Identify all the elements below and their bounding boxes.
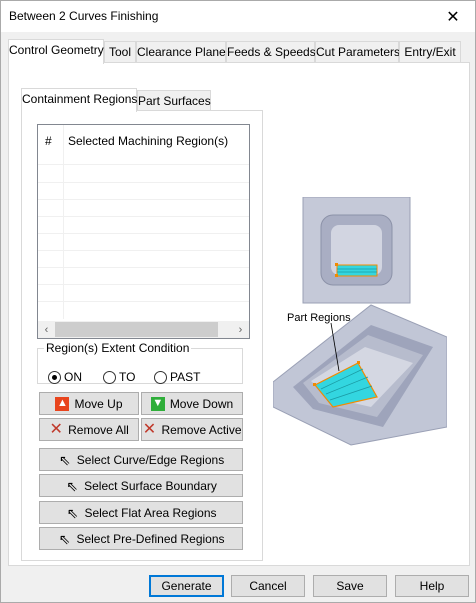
remove-active-button[interactable]: ✕ Remove Active <box>141 418 243 441</box>
cursor-arrow-icon: ⇖ <box>66 477 78 494</box>
triangle-up-icon: ▲ <box>55 396 70 411</box>
radio-past-indicator[interactable] <box>154 370 167 384</box>
move-down-button[interactable]: ▼ Move Down <box>141 392 243 415</box>
select-predefined-button[interactable]: ⇖ Select Pre-Defined Regions <box>39 527 243 550</box>
grid-line <box>38 182 249 183</box>
select-curve-edge-button[interactable]: ⇖ Select Curve/Edge Regions <box>39 448 243 471</box>
select-predefined-label: Select Pre-Defined Regions <box>76 531 225 546</box>
remove-all-label: Remove All <box>68 422 129 437</box>
select-curve-edge-label: Select Curve/Edge Regions <box>76 452 225 467</box>
radio-to[interactable]: TO <box>103 370 135 384</box>
tab-panel: Containment Regions Part Surfaces # Sele… <box>8 62 470 566</box>
move-up-label: Move Up <box>74 396 123 411</box>
tab-entry-exit[interactable]: Entry/Exit <box>399 41 461 62</box>
remove-active-label: Remove Active <box>161 422 242 437</box>
radio-to-label: TO <box>119 370 136 384</box>
list-header: # Selected Machining Region(s) <box>38 125 249 165</box>
help-button[interactable]: Help <box>395 575 469 597</box>
grid-line <box>38 216 249 217</box>
grid-line <box>38 301 249 302</box>
cursor-arrow-icon: ⇖ <box>58 530 71 547</box>
radio-to-indicator[interactable] <box>103 370 116 384</box>
tab-cut-parameters[interactable]: Cut Parameters <box>315 41 400 62</box>
extent-condition-group: Region(s) Extent Condition ON TO PAST <box>37 341 243 384</box>
title-bar: Between 2 Curves Finishing ✕ <box>1 1 475 32</box>
scroll-thumb[interactable] <box>55 322 218 337</box>
grid-line <box>38 199 249 200</box>
x-icon: ✕ <box>142 420 157 438</box>
cursor-arrow-icon: ⇖ <box>58 451 71 468</box>
top-view-image <box>302 197 411 304</box>
tab-containment-regions[interactable]: Containment Regions <box>21 88 137 112</box>
part-regions-preview: Part Regions <box>273 197 447 446</box>
containment-panel: # Selected Machining Region(s) ‹ › Regio… <box>21 110 263 561</box>
window-title: Between 2 Curves Finishing <box>9 9 159 23</box>
extent-condition-legend: Region(s) Extent Condition <box>46 341 190 355</box>
scroll-left-icon[interactable]: ‹ <box>38 321 55 338</box>
horizontal-scrollbar[interactable]: ‹ › <box>38 321 249 338</box>
dialog-window: Between 2 Curves Finishing ✕ Control Geo… <box>0 0 476 603</box>
tab-control-geometry[interactable]: Control Geometry <box>8 39 104 64</box>
grid-line <box>38 250 249 251</box>
generate-button[interactable]: Generate <box>149 575 224 597</box>
cancel-button[interactable]: Cancel <box>231 575 305 597</box>
close-icon[interactable]: ✕ <box>431 1 475 32</box>
grid-line <box>38 284 249 285</box>
move-down-label: Move Down <box>169 396 234 411</box>
select-surface-boundary-button[interactable]: ⇖ Select Surface Boundary <box>39 474 243 497</box>
radio-past-label: PAST <box>170 370 201 384</box>
remove-all-button[interactable]: ✕ Remove All <box>39 418 139 441</box>
part-regions-caption: Part Regions <box>287 312 351 324</box>
triangle-down-icon: ▼ <box>150 396 165 411</box>
select-flat-area-label: Select Flat Area Regions <box>84 505 217 520</box>
regions-list[interactable]: # Selected Machining Region(s) ‹ › <box>37 124 250 339</box>
select-flat-area-button[interactable]: ⇖ Select Flat Area Regions <box>39 501 243 524</box>
select-surface-boundary-label: Select Surface Boundary <box>84 478 217 493</box>
x-icon: ✕ <box>49 420 63 438</box>
tab-tool[interactable]: Tool <box>104 41 136 62</box>
grid-line <box>38 233 249 234</box>
column-header-number[interactable]: # <box>45 134 52 148</box>
grid-line <box>38 267 249 268</box>
tab-part-surfaces[interactable]: Part Surfaces <box>137 90 211 111</box>
cursor-arrow-icon: ⇖ <box>66 504 79 521</box>
tab-feeds-speeds[interactable]: Feeds & Speeds <box>226 41 316 62</box>
tab-clearance-plane[interactable]: Clearance Plane <box>136 41 226 62</box>
save-button[interactable]: Save <box>313 575 387 597</box>
scroll-right-icon[interactable]: › <box>232 321 249 338</box>
radio-past[interactable]: PAST <box>154 370 200 384</box>
iso-view-image <box>273 304 447 446</box>
column-header-regions[interactable]: Selected Machining Region(s) <box>68 134 228 148</box>
radio-on[interactable]: ON <box>48 370 82 384</box>
radio-on-label: ON <box>64 370 82 384</box>
move-up-button[interactable]: ▲ Move Up <box>39 392 139 415</box>
column-divider <box>63 125 64 319</box>
radio-on-indicator[interactable] <box>48 370 61 384</box>
